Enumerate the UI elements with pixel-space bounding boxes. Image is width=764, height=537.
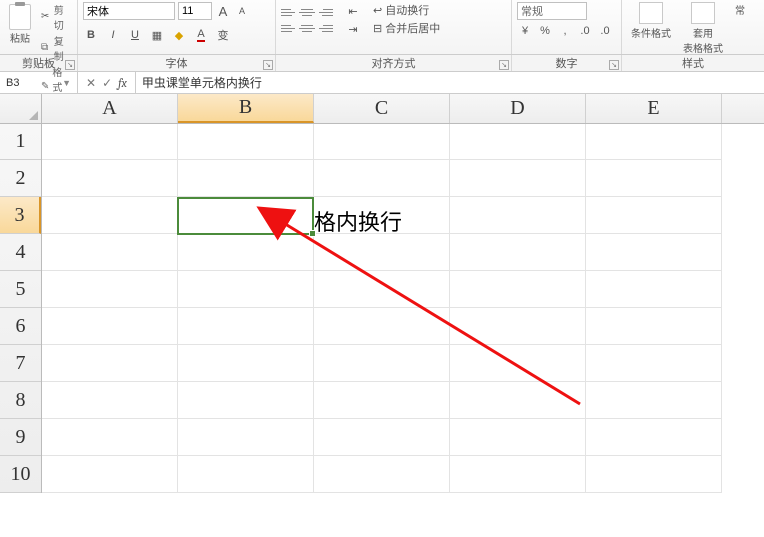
align-center[interactable] — [299, 21, 315, 35]
cond-format-icon — [639, 2, 663, 24]
cell-style-button[interactable]: 常 — [731, 2, 749, 17]
row-header-2[interactable]: 2 — [0, 160, 41, 197]
number-format-select[interactable] — [517, 2, 587, 20]
number-launcher[interactable]: ↘ — [609, 60, 619, 70]
row-header-10[interactable]: 10 — [0, 456, 41, 493]
col-header-c[interactable]: C — [314, 94, 450, 123]
active-cell-border — [177, 197, 314, 235]
name-box[interactable]: B3 ▼ — [0, 72, 78, 93]
group-label-number: 数字↘ — [512, 55, 622, 71]
row-header-8[interactable]: 8 — [0, 382, 41, 419]
col-header-b[interactable]: B — [178, 94, 314, 123]
row-header-3[interactable]: 3 — [0, 197, 41, 234]
group-number: ¥ % , .0 .0 — [512, 0, 622, 54]
row-header-4[interactable]: 4 — [0, 234, 41, 271]
row-header-9[interactable]: 9 — [0, 419, 41, 456]
formula-bar-row: B3 ▼ ✕ ✓ fx 甲虫课堂单元格内换行 — [0, 72, 764, 94]
group-styles: 条件格式 套用 表格格式 常 — [622, 0, 764, 54]
row-header-1[interactable]: 1 — [0, 124, 41, 160]
font-launcher[interactable]: ↘ — [263, 60, 273, 70]
copy-icon: ⧉ — [41, 42, 51, 54]
cell-style-label: 常 — [735, 2, 745, 17]
column-headers: A B C D E — [42, 94, 764, 124]
cut-button[interactable]: ✂ 剪切 — [39, 2, 72, 32]
group-font: A A B I U ▦ ◆ A 变 — [78, 0, 276, 54]
paste-button[interactable]: 粘贴 — [5, 2, 35, 47]
name-box-dropdown-icon: ▼ — [62, 78, 71, 88]
merge-icon: ⊟ — [373, 22, 382, 35]
border-button[interactable]: ▦ — [149, 27, 165, 43]
row-header-6[interactable]: 6 — [0, 308, 41, 345]
group-label-font: 字体↘ — [78, 55, 276, 71]
confirm-edit-button[interactable]: ✓ — [102, 76, 112, 90]
comma-button[interactable]: , — [557, 23, 573, 39]
decrease-indent-button[interactable]: ⇤ — [345, 3, 361, 19]
align-top-left[interactable] — [281, 5, 297, 19]
clipboard-launcher[interactable]: ↘ — [65, 60, 75, 70]
font-color-button[interactable]: A — [193, 27, 209, 43]
bold-button[interactable]: B — [83, 27, 99, 43]
align-right[interactable] — [317, 21, 333, 35]
increase-decimal-button[interactable]: .0 — [577, 23, 593, 39]
cell-grid[interactable] — [42, 124, 764, 537]
col-header-e[interactable]: E — [586, 94, 722, 123]
increase-indent-button[interactable]: ⇥ — [345, 21, 361, 37]
row-header-5[interactable]: 5 — [0, 271, 41, 308]
currency-button[interactable]: ¥ — [517, 23, 533, 39]
align-top-right[interactable] — [317, 5, 333, 19]
increase-font-button[interactable]: A — [215, 3, 231, 19]
percent-button[interactable]: % — [537, 23, 553, 39]
group-alignment: ⇤ ⇥ ↩ 自动换行 ⊟ 合并后居中 — [276, 0, 512, 54]
italic-button[interactable]: I — [105, 27, 121, 43]
decrease-decimal-button[interactable]: .0 — [597, 23, 613, 39]
fx-button[interactable]: fx — [118, 76, 127, 90]
alignment-launcher[interactable]: ↘ — [499, 60, 509, 70]
name-box-value: B3 — [6, 77, 19, 89]
wrap-icon: ↩ — [373, 4, 382, 17]
decrease-font-button[interactable]: A — [234, 3, 250, 19]
row-header-7[interactable]: 7 — [0, 345, 41, 382]
group-labels: 剪贴板↘ 字体↘ 对齐方式↘ 数字↘ 样式 — [0, 55, 764, 72]
underline-button[interactable]: U — [127, 27, 143, 43]
paste-label: 粘贴 — [10, 30, 30, 45]
formula-value: 甲虫课堂单元格内换行 — [142, 76, 262, 90]
align-top-center[interactable] — [299, 5, 315, 19]
align-left[interactable] — [281, 21, 297, 35]
table-format-label: 套用 表格格式 — [683, 25, 723, 55]
group-label-alignment: 对齐方式↘ — [276, 55, 512, 71]
row-headers: 1 2 3 4 5 6 7 8 9 10 — [0, 124, 42, 493]
font-name-select[interactable] — [83, 2, 175, 20]
font-size-select[interactable] — [178, 2, 212, 20]
group-label-clipboard: 剪贴板↘ — [0, 55, 78, 71]
conditional-format-button[interactable]: 条件格式 — [627, 2, 675, 40]
paste-icon — [9, 4, 31, 30]
col-header-a[interactable]: A — [42, 94, 178, 123]
formula-bar[interactable]: 甲虫课堂单元格内换行 — [136, 74, 764, 91]
table-format-icon — [691, 2, 715, 24]
ribbon: 粘贴 ✂ 剪切 ⧉ 复制 ✎ 格式刷 — [0, 0, 764, 55]
align-buttons — [281, 5, 333, 35]
fill-handle[interactable] — [309, 230, 316, 237]
select-all-triangle[interactable] — [0, 94, 42, 124]
sheet-area: A B C D E 1 2 3 4 5 6 7 8 9 10 甲虫课堂单元格内换… — [0, 94, 764, 537]
merge-label: 合并后居中 — [385, 20, 440, 36]
wrap-label: 自动换行 — [385, 2, 429, 18]
cut-label: 剪切 — [54, 2, 70, 32]
cond-format-label: 条件格式 — [631, 25, 671, 40]
edit-cursor-marker — [267, 212, 275, 220]
phonetic-button[interactable]: 变 — [215, 27, 231, 43]
col-header-d[interactable]: D — [450, 94, 586, 123]
scissors-icon: ✂ — [41, 11, 51, 23]
merge-center-button[interactable]: ⊟ 合并后居中 — [373, 20, 440, 36]
cancel-edit-button[interactable]: ✕ — [86, 76, 96, 90]
fill-color-button[interactable]: ◆ — [171, 27, 187, 43]
wrap-text-button[interactable]: ↩ 自动换行 — [373, 2, 440, 18]
table-format-button[interactable]: 套用 表格格式 — [679, 2, 727, 55]
group-label-styles: 样式 — [622, 55, 764, 71]
group-clipboard: 粘贴 ✂ 剪切 ⧉ 复制 ✎ 格式刷 — [0, 0, 78, 54]
